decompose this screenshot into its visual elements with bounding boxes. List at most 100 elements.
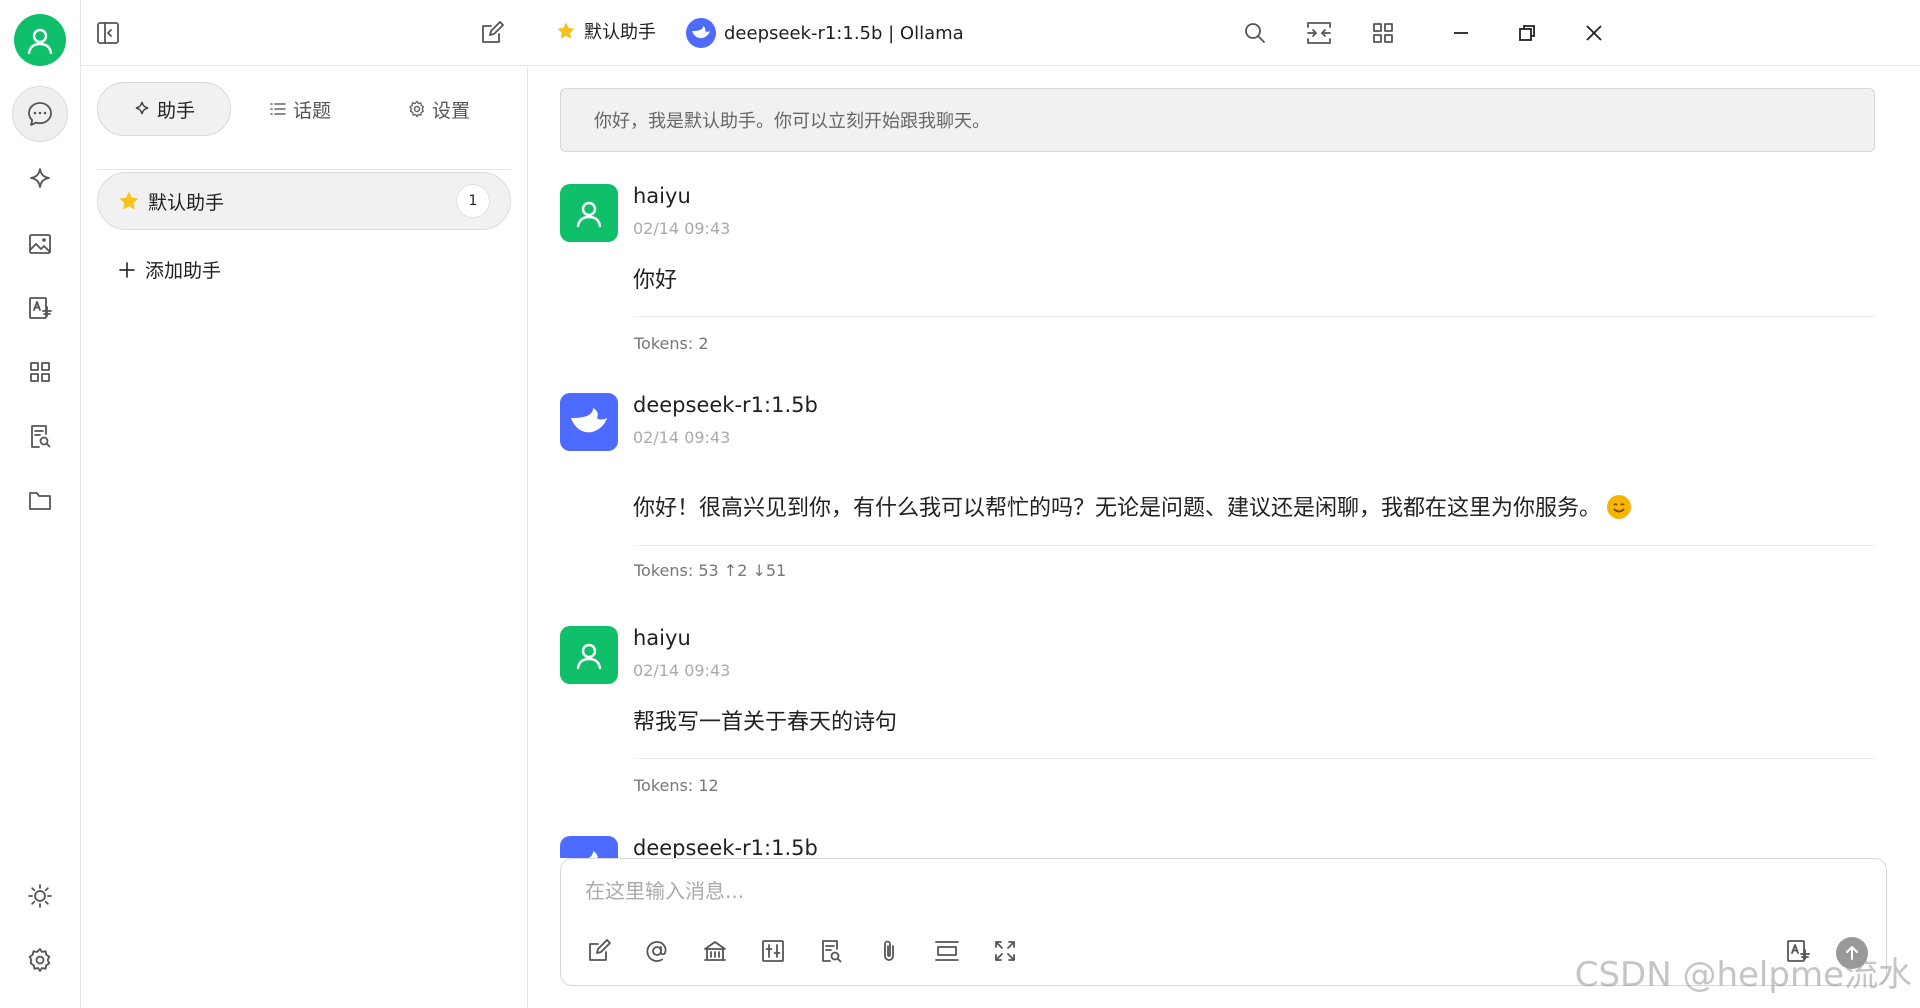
model-name: deepseek-r1:1.5b | Ollama (724, 22, 964, 44)
deepseek-logo-icon (571, 408, 607, 433)
sliders-icon (762, 940, 784, 962)
sender-name: deepseek-r1:1.5b (633, 836, 818, 858)
chat-area: 你好，我是默认助手。你可以立刻开始跟我聊天。 haiyu 02/14 09:43… (528, 66, 1920, 1008)
message-content-row: 你好！很高兴见到你，有什么我可以帮忙的吗？无论是问题、建议还是闲聊，我都在这里为… (633, 490, 1632, 522)
message-content: 帮我写一首关于春天的诗句 (633, 710, 898, 735)
image-icon (29, 234, 51, 254)
add-assistant-label: 添加助手 (145, 260, 222, 282)
web-search-button[interactable] (815, 935, 847, 967)
close-button[interactable] (1577, 16, 1611, 50)
message-user: haiyu 02/14 09:43 帮我写一首关于春天的诗句 Tokens: 1… (560, 626, 1875, 796)
deepseek-logo-icon (588, 851, 598, 858)
tab-settings-label: 设置 (431, 99, 470, 122)
gear-icon (28, 948, 51, 972)
expand-icon (995, 941, 1015, 961)
minimize-button[interactable] (1444, 16, 1478, 50)
document-search-icon (31, 425, 51, 448)
search-icon (1245, 23, 1265, 43)
message-divider (633, 545, 1875, 546)
attach-button[interactable] (873, 935, 905, 967)
theme-toggle-button[interactable] (12, 868, 68, 924)
icon-rail (0, 0, 81, 1008)
user-icon (576, 643, 602, 670)
new-topic-button[interactable] (475, 16, 509, 50)
translate-icon (29, 297, 52, 319)
deepseek-logo-icon (686, 18, 716, 48)
user-avatar[interactable] (14, 14, 66, 66)
parameters-button[interactable] (757, 935, 789, 967)
chat-bubble-icon (28, 102, 52, 126)
context-break-icon (935, 941, 959, 961)
message-divider (633, 758, 1875, 759)
message-time: 02/14 09:43 (633, 661, 731, 680)
assistant-avatar (560, 836, 618, 858)
settings-nav-button[interactable] (12, 932, 68, 988)
apps-button[interactable] (1366, 16, 1400, 50)
tab-assistants[interactable]: 助手 (97, 82, 231, 136)
sender-name: haiyu (633, 626, 691, 650)
clear-context-button[interactable] (931, 935, 963, 967)
star-icon (557, 22, 575, 39)
sender-name: deepseek-r1:1.5b (633, 393, 818, 417)
new-topic-button[interactable] (583, 935, 615, 967)
folder-icon (29, 492, 51, 510)
toggle-sidebar-button[interactable] (91, 16, 125, 50)
assistant-list-item[interactable]: 默认助手 1 (97, 172, 511, 230)
library-icon (704, 941, 726, 961)
knowledge-base-button[interactable] (699, 935, 731, 967)
message-input[interactable] (585, 873, 1785, 909)
document-search-icon (822, 940, 842, 963)
apps-nav-button[interactable] (12, 344, 68, 400)
panel-tabs: 助手 话题 设置 (97, 82, 511, 170)
topic-count-badge: 1 (456, 184, 490, 218)
edit-icon (482, 21, 504, 43)
message-assistant: deepseek-r1:1.5b 02/14 09:43 你好！很高兴见到你，有… (560, 393, 1875, 583)
agents-nav-button[interactable] (12, 152, 68, 208)
files-nav-button[interactable] (12, 472, 68, 528)
expand-width-icon (1307, 22, 1331, 44)
token-count: Tokens: 2 (634, 334, 709, 353)
edit-icon (589, 939, 611, 961)
tab-topics[interactable]: 话题 (233, 82, 367, 136)
tab-settings[interactable]: 设置 (372, 82, 506, 136)
user-avatar (560, 184, 618, 242)
expand-input-button[interactable] (989, 935, 1021, 967)
sparkle-icon (30, 168, 50, 188)
message-assistant: deepseek-r1:1.5b (560, 836, 1875, 858)
message-time: 02/14 09:43 (633, 219, 731, 238)
at-icon (646, 941, 667, 962)
knowledge-nav-button[interactable] (12, 408, 68, 464)
narrow-mode-button[interactable] (1302, 16, 1336, 50)
sparkle-icon (135, 101, 149, 115)
user-icon (576, 201, 602, 228)
mention-model-button[interactable] (641, 935, 673, 967)
title-bar: 默认助手 deepseek-r1:1.5b | Ollama (81, 0, 1920, 66)
chat-nav-button[interactable] (12, 86, 68, 142)
assistant-panel: 助手 话题 设置 默认助手 1 添加助手 (81, 66, 528, 1008)
sender-name: haiyu (633, 184, 691, 208)
gear-icon (409, 100, 425, 118)
paperclip-icon (884, 940, 894, 961)
plus-icon (119, 261, 135, 278)
tab-topics-label: 话题 (292, 99, 331, 122)
message-divider (633, 316, 1875, 317)
add-assistant-button[interactable]: 添加助手 (117, 256, 221, 283)
watermark-text: CSDN @helpme流水 (1574, 955, 1912, 995)
message-clip: deepseek-r1:1.5b (528, 828, 1920, 858)
assistant-avatar (560, 393, 618, 451)
token-count: Tokens: 53 ↑2 ↓51 (634, 561, 787, 580)
search-button[interactable] (1238, 16, 1272, 50)
restore-icon (1519, 25, 1535, 41)
message-content: 你好 (633, 268, 678, 293)
translate-nav-button[interactable] (12, 280, 68, 336)
grid-icon (30, 362, 50, 382)
restore-button[interactable] (1510, 16, 1544, 50)
smile-emoji-icon (1607, 495, 1632, 519)
current-assistant-title[interactable]: 默认助手 (556, 18, 656, 44)
tab-assistants-label: 助手 (156, 99, 195, 122)
close-icon (1586, 25, 1602, 41)
grid-icon (1373, 23, 1393, 43)
minimize-icon (1454, 32, 1468, 34)
model-selector[interactable]: deepseek-r1:1.5b | Ollama (686, 18, 964, 48)
image-nav-button[interactable] (12, 216, 68, 272)
